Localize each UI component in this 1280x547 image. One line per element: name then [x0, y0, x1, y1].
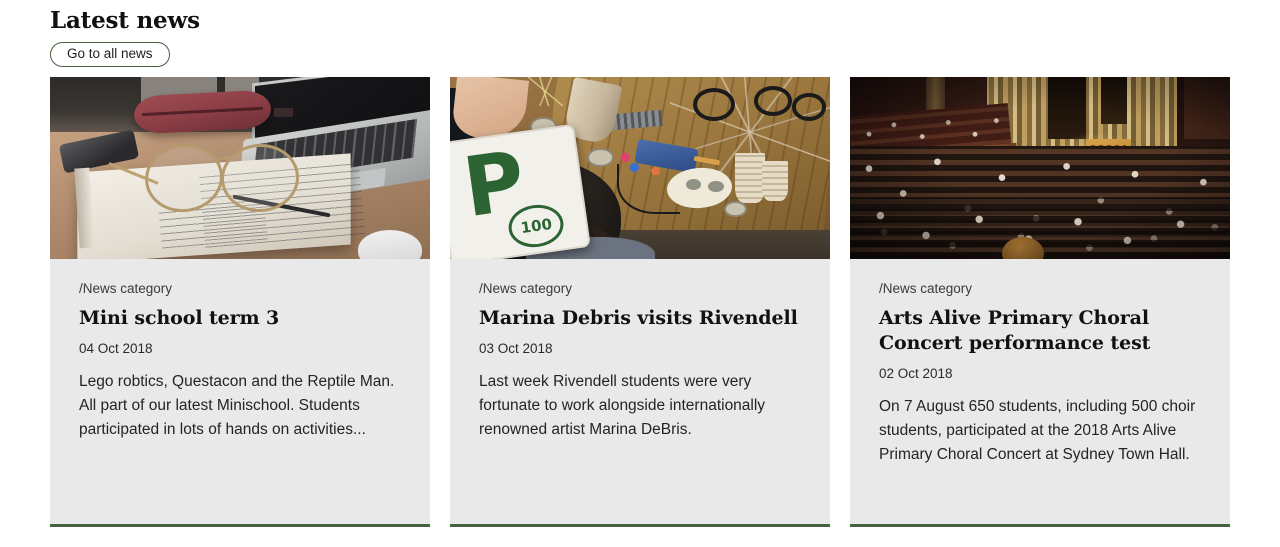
go-to-all-news-button[interactable]: Go to all news: [50, 42, 170, 67]
image-layer-palette-hole-1: [685, 178, 701, 190]
image-layer-bottle-cap-2: [586, 147, 614, 167]
news-card-excerpt: Last week Rivendell students were very f…: [479, 373, 766, 438]
image-layer-cup-stack-2: [761, 160, 789, 201]
image-layer-ring-2: [753, 86, 792, 116]
image-layer-palette-hole-2: [708, 180, 724, 192]
news-card-image-concert-hall: [850, 77, 1230, 259]
latest-news-section: Latest news Go to all news /News categor…: [0, 0, 1280, 547]
news-card-title[interactable]: Marina Debris visits Rivendell: [479, 306, 801, 331]
news-card-title[interactable]: Mini school term 3: [79, 306, 401, 331]
image-layer-ring-1: [692, 87, 735, 122]
news-card[interactable]: /News category Arts Alive Primary Choral…: [850, 77, 1230, 527]
section-header: Latest news Go to all news: [50, 6, 200, 67]
image-layer-p-plate-sign: P 100: [450, 124, 592, 259]
news-card[interactable]: /News category Mini school term 3 04 Oct…: [50, 77, 430, 527]
news-card-date: 02 Oct 2018: [879, 366, 953, 381]
image-layer-cup-stack-1: [735, 153, 766, 203]
news-card-list: /News category Mini school term 3 04 Oct…: [50, 77, 1230, 527]
news-card-body: /News category Mini school term 3 04 Oct…: [50, 259, 430, 460]
page-title: Latest news: [50, 7, 200, 34]
news-card-category[interactable]: /News category: [479, 280, 801, 297]
news-card-date: 03 Oct 2018: [479, 341, 553, 356]
news-card-title[interactable]: Arts Alive Primary Choral Concert perfor…: [879, 306, 1201, 356]
news-card-body: /News category Marina Debris visits Rive…: [450, 259, 830, 460]
image-layer-pencil-case-tag: [274, 107, 294, 118]
news-card-image-craft-table: P 100: [450, 77, 830, 259]
news-card-category[interactable]: /News category: [79, 280, 401, 297]
image-layer-vignette: [850, 77, 1230, 259]
image-layer-bottle-cap-3: [723, 200, 747, 218]
news-card-body: /News category Arts Alive Primary Choral…: [850, 259, 1230, 485]
news-card-excerpt: On 7 August 650 students, including 500 …: [879, 398, 1196, 463]
news-card[interactable]: P 100 /News category Marina Debris visit…: [450, 77, 830, 527]
news-card-date: 04 Oct 2018: [79, 341, 153, 356]
news-card-category[interactable]: /News category: [879, 280, 1201, 297]
news-card-excerpt: Lego robtics, Questacon and the Reptile …: [79, 373, 395, 438]
news-card-image-desk: [50, 77, 430, 259]
